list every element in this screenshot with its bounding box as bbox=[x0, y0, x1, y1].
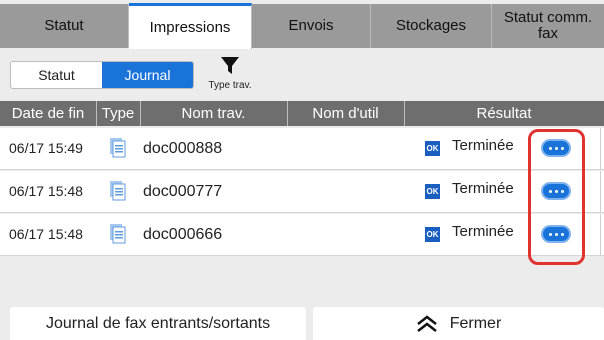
table-header: Date de fin Type Nom trav. Nom d'util Ré… bbox=[0, 101, 604, 126]
details-highlight-outline bbox=[528, 129, 585, 265]
tab-fax-comm-status[interactable]: Statut comm. fax bbox=[492, 4, 604, 48]
table-row[interactable]: 06/17 15:48 doc000777 OK Terminée bbox=[0, 171, 604, 213]
fax-log-button-label: Journal de fax entrants/sortants bbox=[45, 314, 271, 332]
tab-status[interactable]: Statut bbox=[0, 4, 129, 48]
table-row[interactable]: 06/17 15:49 doc000888 OK Terminée bbox=[0, 128, 604, 170]
tab-status-label: Statut bbox=[44, 17, 84, 34]
close-button[interactable]: Fermer bbox=[313, 307, 604, 340]
row-job-name: doc000666 bbox=[143, 226, 223, 243]
table-row[interactable]: 06/17 15:48 doc000666 OK Terminée bbox=[0, 214, 604, 256]
row-date: 06/17 15:48 bbox=[9, 183, 83, 199]
row-date: 06/17 15:49 bbox=[9, 140, 83, 156]
col-type[interactable]: Type bbox=[96, 101, 141, 126]
col-result[interactable]: Résultat bbox=[404, 101, 604, 126]
col-user-name[interactable]: Nom d'util bbox=[287, 101, 405, 126]
document-icon bbox=[110, 224, 126, 249]
ok-icon: OK bbox=[425, 227, 440, 242]
row-date: 06/17 15:48 bbox=[9, 226, 83, 242]
close-button-label: Fermer bbox=[449, 314, 502, 332]
subtab-switch: Statut Journal bbox=[10, 61, 194, 89]
row-result: Terminée bbox=[452, 137, 514, 154]
job-type-filter-label: Type trav. bbox=[208, 80, 252, 91]
tab-prints-label: Impressions bbox=[149, 18, 231, 36]
row-result: Terminée bbox=[452, 223, 514, 240]
tab-sends-label: Envois bbox=[288, 17, 334, 34]
double-chevron-up-icon bbox=[416, 314, 437, 332]
document-icon bbox=[110, 138, 126, 163]
tab-prints[interactable]: Impressions bbox=[129, 3, 252, 49]
tab-storages[interactable]: Stockages bbox=[371, 4, 492, 48]
tab-sends[interactable]: Envois bbox=[252, 4, 371, 48]
tab-storages-label: Stockages bbox=[395, 17, 467, 34]
job-type-filter[interactable]: Type trav. bbox=[200, 56, 260, 96]
funnel-icon bbox=[221, 57, 239, 74]
col-end-date[interactable]: Date de fin bbox=[0, 101, 97, 126]
row-result: Terminée bbox=[452, 180, 514, 197]
tab-fax-comm-label-1: Statut comm. bbox=[503, 9, 593, 26]
row-job-name: doc000777 bbox=[143, 183, 223, 200]
ok-icon: OK bbox=[425, 141, 440, 156]
fax-log-button[interactable]: Journal de fax entrants/sortants bbox=[10, 307, 306, 340]
ok-icon: OK bbox=[425, 184, 440, 199]
col-job-name[interactable]: Nom trav. bbox=[140, 101, 288, 126]
document-icon bbox=[110, 181, 126, 206]
row-job-name: doc000888 bbox=[143, 140, 223, 157]
subtab-journal[interactable]: Journal bbox=[102, 62, 193, 88]
subtab-status[interactable]: Statut bbox=[11, 62, 102, 88]
tab-fax-comm-label-2: fax bbox=[537, 25, 558, 42]
